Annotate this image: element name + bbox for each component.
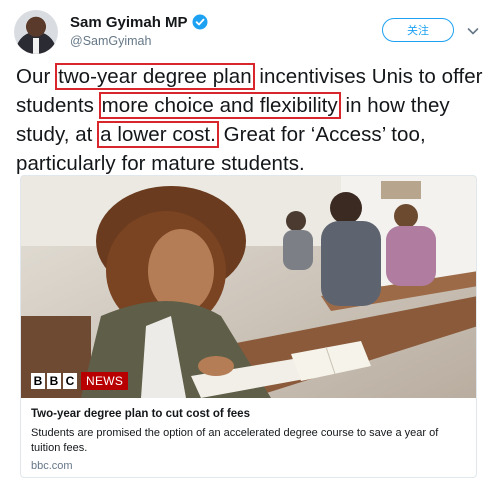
bbc-news-logo: B B C NEWS <box>31 372 129 390</box>
card-body[interactable]: Two-year degree plan to cut cost of fees… <box>21 398 476 477</box>
tweet-text: Our two-year degree plan incentivises Un… <box>16 62 486 178</box>
bbc-logo-letter: B <box>31 373 45 389</box>
tweet: Sam Gyimah MP @SamGyimah 关注 Our two-year… <box>0 0 498 489</box>
classroom-photo <box>21 176 476 398</box>
author-name-row: Sam Gyimah MP <box>70 12 208 32</box>
author-display-name[interactable]: Sam Gyimah MP <box>70 14 188 31</box>
chevron-down-icon[interactable] <box>466 24 480 38</box>
bbc-news-label: NEWS <box>81 372 129 390</box>
tweet-header: Sam Gyimah MP @SamGyimah 关注 <box>14 10 484 54</box>
card-domain: bbc.com <box>31 460 73 472</box>
highlighted-phrase: more choice and flexibility <box>98 92 341 119</box>
highlighted-phrase: two-year degree plan <box>55 63 255 90</box>
avatar[interactable] <box>14 10 58 54</box>
bbc-logo-letter: B <box>47 373 61 389</box>
follow-button[interactable]: 关注 <box>382 18 454 42</box>
author-handle[interactable]: @SamGyimah <box>70 34 151 48</box>
link-preview-card[interactable]: B B C NEWS Two-year degree plan to cut c… <box>20 175 477 478</box>
tweet-text-segment: Our <box>16 65 57 88</box>
card-image[interactable]: B B C NEWS <box>21 176 476 398</box>
highlighted-phrase: a lower cost. <box>97 121 219 148</box>
bbc-logo-letter: C <box>63 373 77 389</box>
verified-badge-icon <box>192 14 208 30</box>
card-description: Students are promised the option of an a… <box>31 427 439 454</box>
card-title[interactable]: Two-year degree plan to cut cost of fees <box>31 406 468 422</box>
